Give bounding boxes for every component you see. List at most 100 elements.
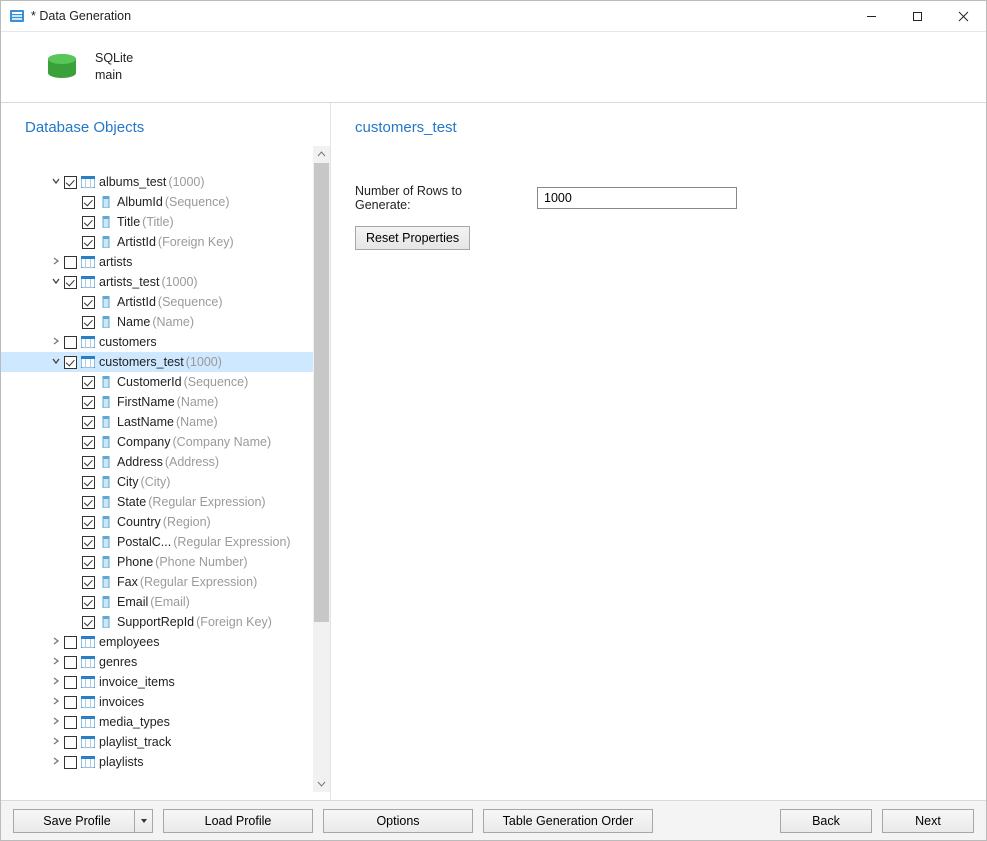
tree-checkbox[interactable]	[82, 236, 95, 249]
expander-toggle[interactable]	[49, 736, 62, 749]
table-icon	[81, 716, 95, 728]
expander-toggle[interactable]	[49, 676, 62, 689]
tree-row[interactable]: artists_test (1000)	[1, 272, 313, 292]
reset-properties-button[interactable]: Reset Properties	[355, 226, 470, 250]
tree-checkbox[interactable]	[64, 656, 77, 669]
tree-node-label: artists	[99, 255, 132, 269]
tree-row[interactable]: FirstName (Name)	[1, 392, 313, 412]
tree-row[interactable]: Title (Title)	[1, 212, 313, 232]
tree-row[interactable]: media_types	[1, 712, 313, 732]
expander-toggle[interactable]	[49, 716, 62, 729]
tree-node-hint: (Company Name)	[173, 435, 272, 449]
expander-toggle[interactable]	[49, 656, 62, 669]
tree-checkbox[interactable]	[82, 296, 95, 309]
tree-row[interactable]: Email (Email)	[1, 592, 313, 612]
options-button[interactable]: Options	[323, 809, 473, 833]
vertical-scrollbar[interactable]	[313, 146, 330, 792]
tree-row[interactable]: ArtistId (Foreign Key)	[1, 232, 313, 252]
tree-checkbox[interactable]	[64, 256, 77, 269]
expander-toggle[interactable]	[49, 756, 62, 769]
tree-checkbox[interactable]	[82, 196, 95, 209]
save-profile-dropdown[interactable]	[134, 810, 152, 832]
tree-checkbox[interactable]	[64, 356, 77, 369]
tree-row[interactable]: Name (Name)	[1, 312, 313, 332]
tree-checkbox[interactable]	[82, 316, 95, 329]
tree-checkbox[interactable]	[82, 556, 95, 569]
tree-row[interactable]: genres	[1, 652, 313, 672]
tree-row[interactable]: ArtistId (Sequence)	[1, 292, 313, 312]
tree-checkbox[interactable]	[64, 696, 77, 709]
expander-toggle[interactable]	[49, 276, 62, 289]
tree-row[interactable]: invoices	[1, 692, 313, 712]
tree-row[interactable]: customers	[1, 332, 313, 352]
expander-toggle[interactable]	[49, 696, 62, 709]
tree-checkbox[interactable]	[82, 436, 95, 449]
tree-container: albums_test (1000)AlbumId (Sequence)Titl…	[1, 146, 330, 792]
expander-toggle[interactable]	[49, 356, 62, 369]
tree-checkbox[interactable]	[64, 176, 77, 189]
tree-row[interactable]: LastName (Name)	[1, 412, 313, 432]
tree-checkbox[interactable]	[64, 756, 77, 769]
scroll-track[interactable]	[313, 163, 330, 775]
tree-row[interactable]: Country (Region)	[1, 512, 313, 532]
rows-input[interactable]	[537, 187, 737, 209]
tree-node-hint: (Regular Expression)	[173, 535, 290, 549]
table-generation-order-button[interactable]: Table Generation Order	[483, 809, 653, 833]
scroll-thumb[interactable]	[314, 163, 329, 622]
expander-toggle[interactable]	[49, 256, 62, 269]
tree-checkbox[interactable]	[82, 456, 95, 469]
tree-node-label: FirstName	[117, 395, 175, 409]
save-profile-button[interactable]: Save Profile	[13, 809, 153, 833]
scroll-down-arrow[interactable]	[313, 775, 330, 792]
tree-row[interactable]: CustomerId (Sequence)	[1, 372, 313, 392]
tree-checkbox[interactable]	[82, 616, 95, 629]
next-button[interactable]: Next	[882, 809, 974, 833]
tree-row[interactable]: SupportRepId (Foreign Key)	[1, 612, 313, 632]
tree-row[interactable]: AlbumId (Sequence)	[1, 192, 313, 212]
tree-row[interactable]: PostalC... (Regular Expression)	[1, 532, 313, 552]
tree-checkbox[interactable]	[64, 636, 77, 649]
tree-node-hint: (Region)	[163, 515, 211, 529]
tree-checkbox[interactable]	[64, 716, 77, 729]
column-icon	[99, 496, 113, 508]
tree-checkbox[interactable]	[82, 376, 95, 389]
close-button[interactable]	[940, 1, 986, 31]
tree-row[interactable]: playlist_track	[1, 732, 313, 752]
window-controls	[848, 1, 986, 31]
tree-row[interactable]: State (Regular Expression)	[1, 492, 313, 512]
expander-toggle[interactable]	[49, 336, 62, 349]
tree-row[interactable]: Company (Company Name)	[1, 432, 313, 452]
tree-checkbox[interactable]	[64, 676, 77, 689]
tree-checkbox[interactable]	[82, 216, 95, 229]
expander-toggle[interactable]	[49, 176, 62, 189]
tree-checkbox[interactable]	[64, 276, 77, 289]
object-tree[interactable]: albums_test (1000)AlbumId (Sequence)Titl…	[1, 146, 313, 792]
tree-row[interactable]: Fax (Regular Expression)	[1, 572, 313, 592]
footer-left-group: Save Profile Load Profile Options Table …	[13, 809, 653, 833]
tree-checkbox[interactable]	[82, 416, 95, 429]
tree-checkbox[interactable]	[82, 516, 95, 529]
maximize-button[interactable]	[894, 1, 940, 31]
scroll-up-arrow[interactable]	[313, 146, 330, 163]
tree-checkbox[interactable]	[82, 576, 95, 589]
tree-row[interactable]: customers_test (1000)	[1, 352, 313, 372]
tree-row[interactable]: City (City)	[1, 472, 313, 492]
expander-toggle[interactable]	[49, 636, 62, 649]
tree-checkbox[interactable]	[82, 536, 95, 549]
load-profile-button[interactable]: Load Profile	[163, 809, 313, 833]
tree-row[interactable]: Address (Address)	[1, 452, 313, 472]
back-button[interactable]: Back	[780, 809, 872, 833]
tree-row[interactable]: employees	[1, 632, 313, 652]
tree-checkbox[interactable]	[64, 336, 77, 349]
tree-checkbox[interactable]	[82, 396, 95, 409]
tree-row[interactable]: playlists	[1, 752, 313, 772]
tree-checkbox[interactable]	[82, 596, 95, 609]
tree-row[interactable]: Phone (Phone Number)	[1, 552, 313, 572]
minimize-button[interactable]	[848, 1, 894, 31]
tree-checkbox[interactable]	[64, 736, 77, 749]
tree-checkbox[interactable]	[82, 476, 95, 489]
tree-row[interactable]: invoice_items	[1, 672, 313, 692]
tree-checkbox[interactable]	[82, 496, 95, 509]
tree-row[interactable]: artists	[1, 252, 313, 272]
tree-row[interactable]: albums_test (1000)	[1, 172, 313, 192]
